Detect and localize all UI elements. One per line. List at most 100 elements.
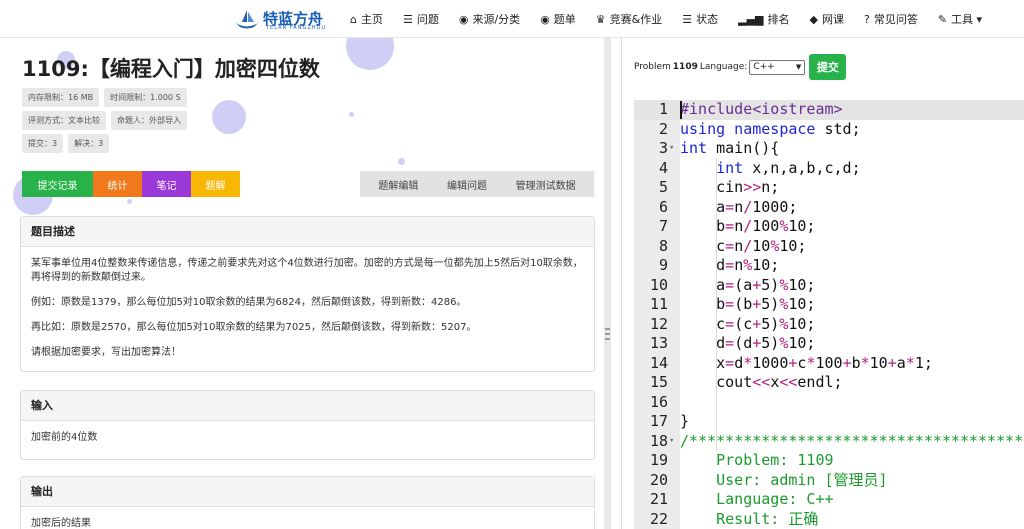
stats-badges: 提交：3 解决：3 [22,134,114,153]
language-label: Language: [699,62,748,72]
fold-toggle-icon[interactable]: ▾ [669,139,674,159]
line-number: 16 [649,392,668,411]
nav-item[interactable]: ☰ 问题 [403,11,439,27]
line-number: 21 [649,490,668,508]
code-text: c=(c+5)%10; [680,314,816,333]
code-line: 22 Result: 正确 [634,510,1024,529]
output-text: 加密后的结果 [31,518,91,529]
code-text: int main(){ [680,139,780,157]
line-number: 17 [649,412,668,430]
decorative-bubble [398,158,405,165]
statistics-button[interactable]: 统计 [93,171,142,197]
line-number: 12 [649,314,668,333]
code-line: 12 c=(c+5)%10; [634,315,1024,335]
page-title: 1109:【编程入门】加密四位数 [22,57,320,81]
line-number: 20 [649,470,668,489]
author-badge: 命题人：外部导入 [111,111,187,130]
nav-item-label: 工具 ▾ [951,13,983,26]
submit-button[interactable]: 提交 [809,54,847,80]
list-icon: ☰ [402,12,413,26]
nav-item[interactable]: ♛ 竞赛&作业 [596,11,662,27]
code-line: 6 a=n/1000; [634,198,1024,218]
ship-logo-icon [236,10,258,29]
list-icon: ☰ [682,12,693,26]
description-paragraph: 例如：原数是1379，那么每位加5对10取余数的结果为6824，然后颠倒该数，得… [31,297,467,308]
panel-splitter[interactable] [604,38,611,529]
manage-testdata-button[interactable]: 管理测试数据 [516,177,576,192]
language-value: C++ [753,62,775,72]
nav-item[interactable]: ⌂ 主页 [350,11,383,27]
logo-subtext: TELAN FANGZHOU [266,25,327,31]
nav-item-label: 来源/分类 [472,13,521,26]
description-body: 某军事单位用4位整数来传递信息，传递之前要求先对这个4位数进行加密。加密的方式是… [21,247,594,375]
nav-item-label: 状态 [696,13,719,26]
code-line: 3 ▾ int main(){ [634,139,1024,159]
chevron-down-icon: ▼ [795,63,802,71]
line-number: 2 [658,119,668,138]
decorative-bubble [127,199,132,204]
description-paragraph: 某军事单位用4位整数来传递信息，传递之前要求先对这个4位数进行加密。加密的方式是… [31,258,583,283]
language-select[interactable]: C++ ▼ [749,59,806,75]
code-line: 11 b=(b+5)%10; [634,295,1024,315]
problem-panel: 1109:【编程入门】加密四位数 内存限制：16 MB 时间限制：1.000 S … [0,38,604,529]
code-text: /***************************************… [680,431,1024,450]
nav-item[interactable]: ☰ 状态 [682,11,718,27]
code-text: Problem: 1109 [680,451,834,469]
notes-button[interactable]: 笔记 [142,171,191,197]
code-line: 10 a=(a+5)%10; [634,276,1024,296]
code-text: Result: 正确 [680,509,819,528]
code-editor[interactable]: 1 #include<iostream> 2 using namespace std;… [634,100,1024,529]
nav-item-label: 问题 [416,13,439,26]
line-number: 14 [649,353,668,372]
limit-badges: 内存限制：16 MB 时间限制：1.000 S [22,88,192,107]
line-number: 7 [658,217,668,235]
text-cursor [680,101,682,119]
code-text: User: admin [管理员] [680,470,888,489]
line-number: 19 [649,451,668,469]
diamond-icon: ◆ [809,12,818,26]
submit-count-badge: 提交：3 [22,134,64,153]
code-line: 17} [634,412,1024,432]
description-title: 题目描述 [21,217,594,247]
code-text: Language: C++ [680,490,834,508]
code-text: b=(b+5)%10; [680,295,816,313]
globe-icon: ◉ [540,12,550,26]
code-text: c=n/10%10; [680,236,807,255]
decorative-bubble [212,100,246,134]
code-text: d=(d+5)%10; [680,334,816,352]
problem-action-buttons: 提交记录 统计 笔记 题解 [22,171,240,197]
code-line: 21 Language: C++ [634,490,1024,510]
code-text: } [680,412,690,430]
nav-item[interactable]: ◉ 题单 [540,11,576,27]
code-text: cin>>n; [680,178,780,196]
submission-records-button[interactable]: 提交记录 [22,171,93,197]
home-icon: ⌂ [350,12,357,26]
drag-handle-icon[interactable] [605,328,610,354]
nav-item[interactable]: ▂▄▆ 排名 [738,11,789,27]
output-title: 输出 [21,477,594,507]
site-logo[interactable]: 特蓝方舟 TELAN FANGZHOU [234,5,354,33]
nav-item-label: 常见问答 [873,13,918,26]
output-card: 输出 加密后的结果 [20,476,595,529]
edit-problem-button[interactable]: 编辑问题 [447,177,487,192]
edit-solution-button[interactable]: 题解编辑 [378,177,418,192]
nav-menu: ⌂ 主页 ☰ 问题 ◉ 来源/分类 ◉ 题单 ♛ 竞赛&作业 ☰ 状态 ▂▄▆ 排名 ◆ 网课? 常见问答 ✎ 工具… [350,0,982,38]
admin-button-group: 题解编辑 编辑问题 管理测试数据 [360,171,594,197]
nav-item-label: 主页 [360,13,383,26]
nav-item[interactable]: ◆ 网课 [810,11,844,27]
solutions-button[interactable]: 题解 [191,171,240,197]
nav-item-label: 竞赛&作业 [609,13,663,26]
nav-item[interactable]: ✎ 工具 ▾ [938,11,982,27]
nav-item[interactable]: ? 常见问答 [864,11,918,27]
description-paragraph: 请根据加密要求，写出加密算法！ [31,347,181,358]
code-line: 9 d=n%10; [634,256,1024,276]
line-number: 4 [658,158,668,177]
nav-item[interactable]: ◉ 来源/分类 [459,11,520,27]
time-limit-badge: 时间限制：1.000 S [104,88,187,107]
line-number: 11 [649,295,668,313]
fold-toggle-icon[interactable]: ▾ [669,432,674,452]
submit-bar: Problem 1109 Language: C++ ▼ 提交 [634,54,847,80]
judge-badges: 评测方式：文本比较 命题人：外部导入 [22,111,192,130]
decorative-bubble [349,112,354,117]
question-circle-icon: ? [863,12,870,26]
